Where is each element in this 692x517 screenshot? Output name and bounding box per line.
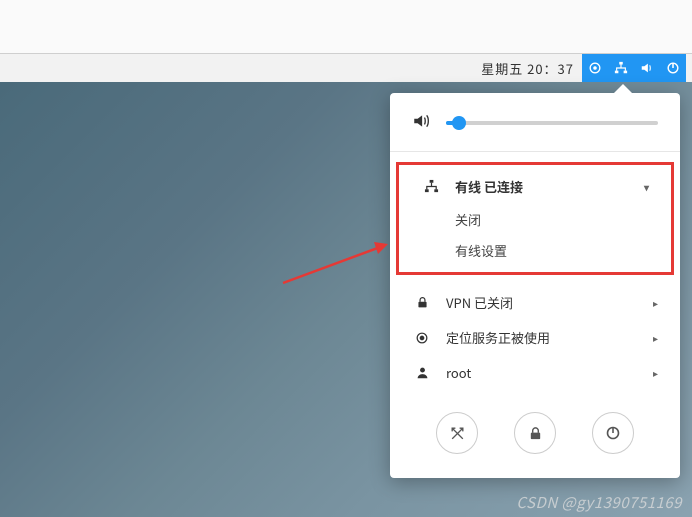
vpn-item[interactable]: VPN 已关闭 ▸	[390, 285, 680, 320]
location-item[interactable]: 定位服务正被使用 ▸	[390, 320, 680, 355]
power-button[interactable]	[592, 412, 634, 454]
wired-title: 有线 已连接	[455, 177, 523, 196]
volume-tray-icon	[634, 54, 660, 82]
annotation-highlight: 有线 已连接 ▾ 关闭 有线设置	[396, 162, 674, 275]
system-menu-panel: 有线 已连接 ▾ 关闭 有线设置 VPN 已关闭 ▸ 定位服务正被使用 ▸ ro…	[390, 93, 680, 478]
gnome-top-bar: 星期五 20：37	[0, 54, 692, 82]
action-buttons	[390, 394, 680, 456]
location-icon	[412, 331, 432, 345]
chevron-right-icon: ▸	[653, 330, 658, 345]
window-titlebar-placeholder	[0, 0, 692, 54]
chevron-right-icon: ▸	[653, 295, 658, 310]
network-icon	[421, 179, 441, 194]
lock-icon	[412, 296, 432, 309]
lock-button[interactable]	[514, 412, 556, 454]
volume-icon	[412, 111, 430, 135]
user-icon	[412, 366, 432, 379]
system-tray[interactable]	[582, 54, 686, 82]
clock: 星期五 20：37	[481, 59, 574, 78]
power-tray-icon	[660, 54, 686, 82]
settings-button[interactable]	[436, 412, 478, 454]
user-label: root	[446, 363, 471, 382]
menu-list: VPN 已关闭 ▸ 定位服务正被使用 ▸ root ▸	[390, 281, 680, 394]
volume-slider-row[interactable]	[390, 111, 680, 152]
location-tray-icon	[582, 54, 608, 82]
wired-settings[interactable]: 有线设置	[399, 235, 671, 266]
chevron-down-icon: ▾	[644, 179, 649, 194]
watermark: CSDN @gy1390751169	[516, 492, 682, 513]
wired-network-item[interactable]: 有线 已连接 ▾	[399, 169, 671, 204]
vpn-label: VPN 已关闭	[446, 293, 513, 312]
wired-off[interactable]: 关闭	[399, 204, 671, 235]
user-item[interactable]: root ▸	[390, 355, 680, 390]
volume-slider[interactable]	[446, 121, 658, 125]
network-tray-icon	[608, 54, 634, 82]
location-label: 定位服务正被使用	[446, 328, 550, 347]
chevron-right-icon: ▸	[653, 365, 658, 380]
